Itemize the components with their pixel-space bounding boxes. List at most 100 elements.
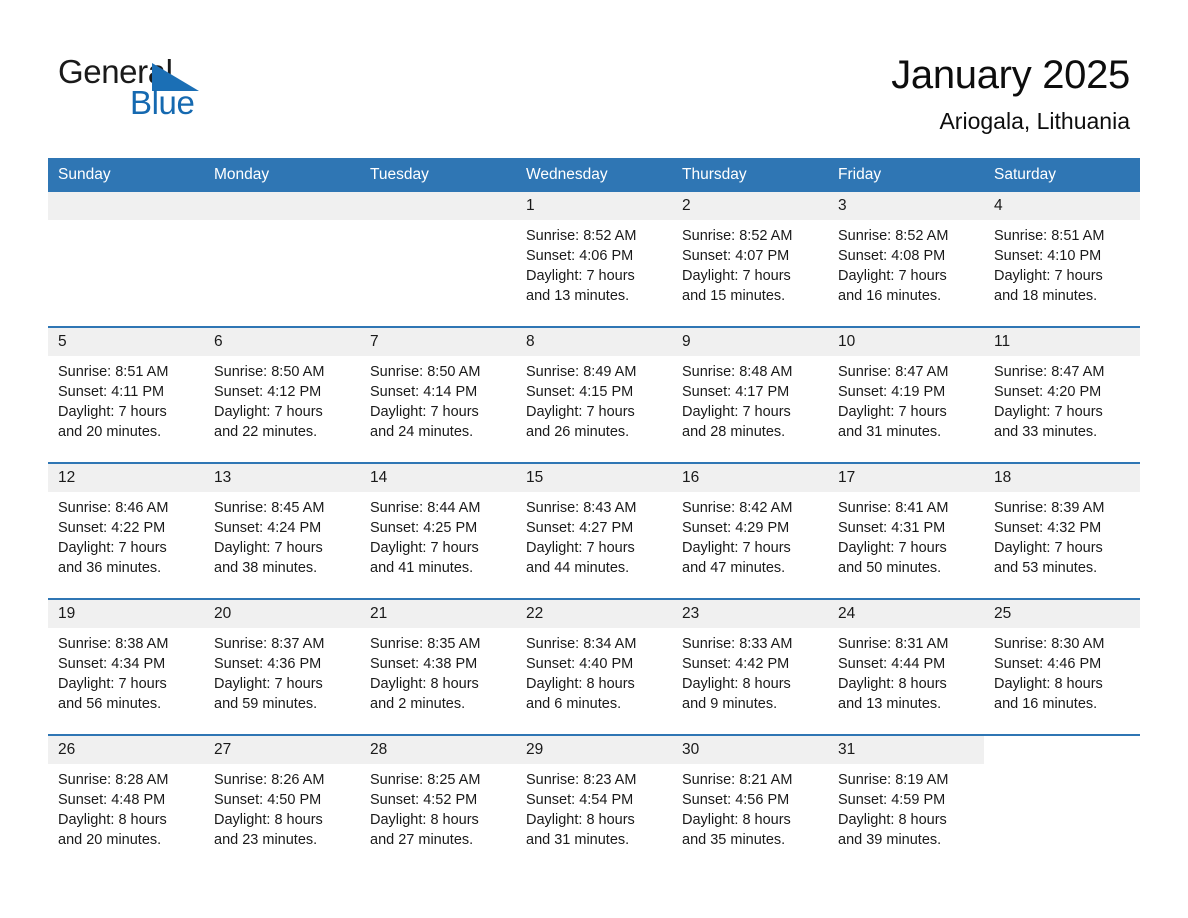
day-detail-line: and 18 minutes.: [994, 288, 1098, 304]
day-cell[interactable]: 31 Sunrise: 8:19 AM Sunset: 4:59 PM Dayligh…: [828, 734, 984, 870]
day-details: Sunrise: 8:50 AM Sunset: 4:14 PM Daylight:…: [360, 356, 516, 442]
day-details: Sunrise: 8:26 AM Sunset: 4:50 PM Daylight:…: [204, 764, 360, 850]
calendar-header-row: Sunday Monday Tuesday Wednesday Thursday Frid…: [48, 158, 1140, 192]
day-number: 11: [984, 328, 1140, 356]
day-details: Sunrise: 8:50 AM Sunset: 4:12 PM Daylight:…: [204, 356, 360, 442]
day-detail-line: Sunset: 4:36 PM: [214, 656, 322, 672]
day-detail-line: and 2 minutes.: [370, 696, 466, 712]
day-number: [984, 736, 1140, 764]
day-details: Sunrise: 8:49 AM Sunset: 4:15 PM Daylight:…: [516, 356, 672, 442]
day-detail-line: and 16 minutes.: [994, 696, 1098, 712]
day-cell[interactable]: 11 Sunrise: 8:47 AM Sunset: 4:20 PM Dayligh…: [984, 326, 1140, 463]
day-cell[interactable]: 14 Sunrise: 8:44 AM Sunset: 4:25 PM Dayligh…: [360, 462, 516, 599]
day-detail-line: Sunset: 4:50 PM: [214, 792, 322, 808]
day-details: Sunrise: 8:30 AM Sunset: 4:46 PM Daylight:…: [984, 628, 1140, 714]
day-cell[interactable]: 18 Sunrise: 8:39 AM Sunset: 4:32 PM Dayligh…: [984, 462, 1140, 599]
day-details: Sunrise: 8:52 AM Sunset: 4:08 PM Daylight:…: [828, 220, 984, 306]
day-cell[interactable]: 16 Sunrise: 8:42 AM Sunset: 4:29 PM Dayligh…: [672, 462, 828, 599]
day-details: Sunrise: 8:47 AM Sunset: 4:20 PM Daylight:…: [984, 356, 1140, 442]
day-number: 13: [204, 464, 360, 492]
day-details: Sunrise: 8:52 AM Sunset: 4:07 PM Daylight:…: [672, 220, 828, 306]
day-cell[interactable]: 6 Sunrise: 8:50 AM Sunset: 4:12 PM Daylight…: [204, 326, 360, 463]
day-detail-line: and 13 minutes.: [838, 696, 942, 712]
day-cell[interactable]: 12 Sunrise: 8:46 AM Sunset: 4:22 PM Dayligh…: [48, 462, 204, 599]
day-number: 10: [828, 328, 984, 356]
day-detail-line: Sunrise: 8:50 AM: [370, 364, 481, 380]
day-detail-line: Daylight: 7 hours: [838, 268, 947, 284]
day-details: Sunrise: 8:23 AM Sunset: 4:54 PM Daylight:…: [516, 764, 672, 850]
day-detail-line: Sunrise: 8:50 AM: [214, 364, 325, 380]
day-cell[interactable]: 4 Sunrise: 8:51 AM Sunset: 4:10 PM Daylight…: [984, 192, 1140, 327]
day-detail-line: Sunset: 4:29 PM: [682, 520, 790, 536]
day-detail-line: Sunrise: 8:52 AM: [526, 228, 637, 244]
day-detail-line: and 41 minutes.: [370, 560, 474, 576]
day-number: 7: [360, 328, 516, 356]
day-detail-line: and 50 minutes.: [838, 560, 942, 576]
day-detail-line: Sunrise: 8:33 AM: [682, 636, 793, 652]
day-cell[interactable]: 29 Sunrise: 8:23 AM Sunset: 4:54 PM Dayligh…: [516, 734, 672, 870]
day-cell[interactable]: 8 Sunrise: 8:49 AM Sunset: 4:15 PM Daylight…: [516, 326, 672, 463]
day-cell[interactable]: 26 Sunrise: 8:28 AM Sunset: 4:48 PM Dayligh…: [48, 734, 204, 870]
day-detail-line: Daylight: 8 hours: [214, 812, 323, 828]
day-detail-line: Daylight: 7 hours: [994, 268, 1103, 284]
day-detail-line: and 39 minutes.: [838, 832, 942, 848]
day-number: 25: [984, 600, 1140, 628]
day-cell[interactable]: 5 Sunrise: 8:51 AM Sunset: 4:11 PM Daylight…: [48, 326, 204, 463]
day-cell[interactable]: 2 Sunrise: 8:52 AM Sunset: 4:07 PM Daylight…: [672, 192, 828, 327]
day-detail-line: Sunrise: 8:52 AM: [838, 228, 949, 244]
day-detail-line: and 27 minutes.: [370, 832, 474, 848]
day-cell[interactable]: 19 Sunrise: 8:38 AM Sunset: 4:34 PM Dayligh…: [48, 598, 204, 735]
day-number: 20: [204, 600, 360, 628]
day-detail-line: Sunset: 4:17 PM: [682, 384, 790, 400]
day-detail-line: Daylight: 8 hours: [526, 812, 635, 828]
day-cell[interactable]: 9 Sunrise: 8:48 AM Sunset: 4:17 PM Daylight…: [672, 326, 828, 463]
day-detail-line: Sunset: 4:56 PM: [682, 792, 790, 808]
day-cell[interactable]: 21 Sunrise: 8:35 AM Sunset: 4:38 PM Dayligh…: [360, 598, 516, 735]
day-details: Sunrise: 8:21 AM Sunset: 4:56 PM Daylight:…: [672, 764, 828, 850]
day-details: Sunrise: 8:39 AM Sunset: 4:32 PM Daylight:…: [984, 492, 1140, 578]
day-cell[interactable]: 22 Sunrise: 8:34 AM Sunset: 4:40 PM Dayligh…: [516, 598, 672, 735]
day-cell[interactable]: 7 Sunrise: 8:50 AM Sunset: 4:14 PM Daylight…: [360, 326, 516, 463]
day-detail-line: Daylight: 7 hours: [58, 404, 167, 420]
day-detail-line: Sunrise: 8:25 AM: [370, 772, 481, 788]
day-cell[interactable]: 1 Sunrise: 8:52 AM Sunset: 4:06 PM Daylight…: [516, 192, 672, 327]
day-detail-line: Sunset: 4:20 PM: [994, 384, 1102, 400]
day-details: Sunrise: 8:25 AM Sunset: 4:52 PM Daylight:…: [360, 764, 516, 850]
day-detail-line: Daylight: 7 hours: [526, 540, 635, 556]
day-details: Sunrise: 8:47 AM Sunset: 4:19 PM Daylight:…: [828, 356, 984, 442]
day-detail-line: Sunset: 4:38 PM: [370, 656, 478, 672]
day-detail-line: Daylight: 8 hours: [370, 812, 479, 828]
day-detail-line: Daylight: 8 hours: [58, 812, 167, 828]
day-cell[interactable]: 10 Sunrise: 8:47 AM Sunset: 4:19 PM Dayligh…: [828, 326, 984, 463]
weekday-header-tuesday: Tuesday: [360, 158, 516, 192]
day-cell[interactable]: 27 Sunrise: 8:26 AM Sunset: 4:50 PM Dayligh…: [204, 734, 360, 870]
day-cell[interactable]: 23 Sunrise: 8:33 AM Sunset: 4:42 PM Dayligh…: [672, 598, 828, 735]
day-detail-line: and 6 minutes.: [526, 696, 622, 712]
empty-day-cell: [984, 734, 1140, 870]
day-detail-line: Daylight: 7 hours: [526, 268, 635, 284]
day-cell[interactable]: 28 Sunrise: 8:25 AM Sunset: 4:52 PM Dayligh…: [360, 734, 516, 870]
day-cell[interactable]: 24 Sunrise: 8:31 AM Sunset: 4:44 PM Dayligh…: [828, 598, 984, 735]
day-detail-line: Sunrise: 8:44 AM: [370, 500, 481, 516]
weekday-header-thursday: Thursday: [672, 158, 828, 192]
empty-day-cell: [204, 192, 360, 327]
day-details: Sunrise: 8:46 AM Sunset: 4:22 PM Daylight:…: [48, 492, 204, 578]
day-detail-line: and 38 minutes.: [214, 560, 318, 576]
day-cell[interactable]: 13 Sunrise: 8:45 AM Sunset: 4:24 PM Dayligh…: [204, 462, 360, 599]
day-number: [204, 192, 360, 220]
day-cell[interactable]: 17 Sunrise: 8:41 AM Sunset: 4:31 PM Dayligh…: [828, 462, 984, 599]
day-detail-line: Sunset: 4:52 PM: [370, 792, 478, 808]
day-number: 18: [984, 464, 1140, 492]
day-cell[interactable]: 20 Sunrise: 8:37 AM Sunset: 4:36 PM Dayligh…: [204, 598, 360, 735]
general-blue-logo[interactable]: General Blue: [58, 54, 258, 124]
day-detail-line: Daylight: 8 hours: [838, 812, 947, 828]
day-cell[interactable]: 30 Sunrise: 8:21 AM Sunset: 4:56 PM Dayligh…: [672, 734, 828, 870]
day-detail-line: Sunrise: 8:39 AM: [994, 500, 1105, 516]
day-cell[interactable]: 25 Sunrise: 8:30 AM Sunset: 4:46 PM Dayligh…: [984, 598, 1140, 735]
day-detail-line: and 33 minutes.: [994, 424, 1098, 440]
day-details: Sunrise: 8:35 AM Sunset: 4:38 PM Daylight:…: [360, 628, 516, 714]
day-cell[interactable]: 3 Sunrise: 8:52 AM Sunset: 4:08 PM Daylight…: [828, 192, 984, 327]
calendar-body: 1 Sunrise: 8:52 AM Sunset: 4:06 PM Daylight…: [48, 192, 1140, 870]
day-cell[interactable]: 15 Sunrise: 8:43 AM Sunset: 4:27 PM Dayligh…: [516, 462, 672, 599]
day-detail-line: Sunrise: 8:49 AM: [526, 364, 637, 380]
